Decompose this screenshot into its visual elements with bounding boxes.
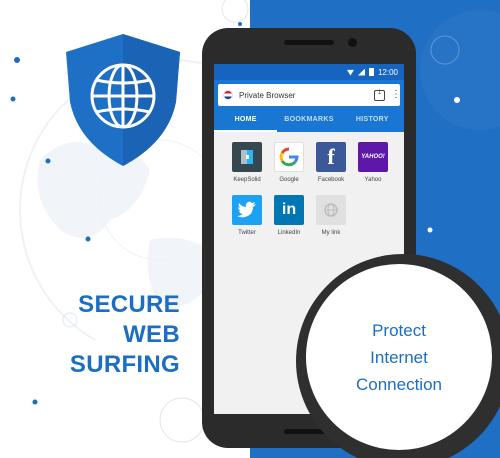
address-bar[interactable]: Private Browser 1 ⋮ [218,84,401,106]
tagline-line-3: SURFING [69,351,180,378]
speed-dial-label: Yahoo [364,177,382,183]
shield-globe-icon [66,34,180,166]
speed-dial-label: Google [279,177,299,183]
twitter-icon[interactable] [232,195,262,225]
speed-dial-label: My link [321,230,341,236]
phone-speaker [284,40,334,45]
browser-toolbar: Private Browser 1 ⋮ [214,80,404,110]
speed-dial-label: Facebook [317,177,345,183]
tabs-count: 1 [377,89,382,96]
keepsolid-icon[interactable] [232,142,262,172]
speed-dial-label: Twitter [238,230,256,236]
speed-dial-keepsolid[interactable]: KeepSolid [226,142,268,183]
protect-connection-callout: Protect Internet Connection [306,264,492,450]
yahoo-icon[interactable]: YAHOO! [358,142,388,172]
tab-home[interactable]: HOME [214,110,278,132]
phone-camera [348,38,357,47]
wifi-icon [346,69,354,76]
secure-web-surfing-tagline: SECURE WEB SURFING [30,290,180,380]
linkedin-icon[interactable]: in [274,195,304,225]
browser-tab-bar: HOME BOOKMARKS HISTORY [214,110,404,132]
speed-dial-linkedin[interactable]: in LinkedIn [268,195,310,236]
status-bar: 12:00 [214,64,404,80]
battery-icon [368,68,374,76]
google-icon[interactable] [274,142,304,172]
speed-dial-label: KeepSolid [233,177,261,183]
callout-line-1: Protect [372,320,426,340]
facebook-icon[interactable]: f [316,142,346,172]
speed-dial-facebook[interactable]: f Facebook [310,142,352,183]
status-time: 12:00 [377,67,398,77]
speed-dial-label: LinkedIn [277,230,301,236]
speed-dial-google[interactable]: Google [268,142,310,183]
us-flag-icon[interactable] [223,90,233,100]
speed-dial-grid: KeepSolid Google f Facebook YAHOO! Yahoo… [226,142,394,236]
tagline-line-2: WEB [123,321,180,348]
speed-dial-twitter[interactable]: Twitter [226,195,268,236]
tabs-count-icon[interactable]: 1 [374,89,385,101]
callout-line-2: Internet [370,347,428,367]
signal-icon [357,68,365,76]
speed-dial-mylink[interactable]: My link [310,195,352,236]
tagline-line-1: SECURE [78,291,180,318]
speed-dial-yahoo[interactable]: YAHOO! Yahoo [352,142,394,183]
tab-bookmarks[interactable]: BOOKMARKS [277,110,340,132]
callout-line-3: Connection [355,374,442,394]
tab-history[interactable]: HISTORY [341,110,404,132]
overflow-menu-icon[interactable]: ⋮ [391,90,401,100]
address-bar-title[interactable]: Private Browser [239,91,368,100]
mylink-icon[interactable] [316,195,346,225]
